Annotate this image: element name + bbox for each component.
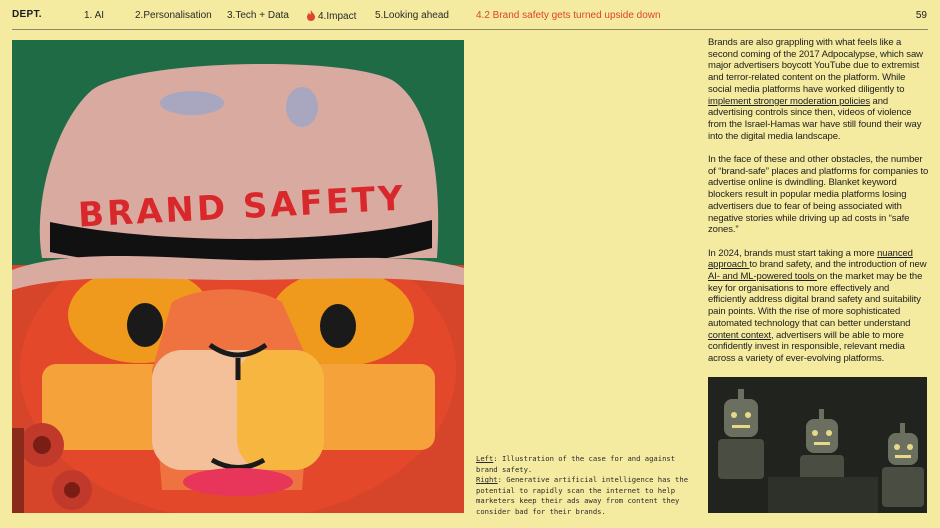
paragraph-2: In the face of these and other obstacles… — [708, 154, 929, 236]
robots-image — [708, 377, 927, 513]
caption-left-label: Left — [476, 454, 494, 463]
page-number: 59 — [915, 10, 927, 21]
caption-right-text: : Generative artificial intelligence has… — [476, 475, 689, 516]
brand-logo[interactable]: DEPT. — [12, 9, 42, 20]
link-content-context[interactable]: content context — [708, 330, 771, 341]
nav-item-impact[interactable]: 4.Impact — [306, 10, 356, 22]
nav-item-personalisation[interactable]: 2.Personalisation — [135, 10, 212, 21]
nav-item-looking-ahead[interactable]: 5.Looking ahead — [375, 10, 449, 21]
figure-caption: Left: Illustration of the case for and a… — [476, 454, 691, 518]
header-divider — [12, 29, 928, 30]
article-body: Brands are also grappling with what feel… — [708, 37, 930, 376]
caption-left-text: : Illustration of the case for and again… — [476, 454, 676, 474]
nav-item-impact-label: 4.Impact — [318, 11, 357, 22]
tongue — [183, 468, 293, 496]
paragraph-3: In 2024, brands must start taking a more… — [708, 247, 927, 364]
caption-right-label: Right — [476, 475, 498, 485]
top-nav: DEPT. 1. AI 2.Personalisation 3.Tech + D… — [0, 0, 940, 30]
nav-item-ai[interactable]: 1. AI — [84, 10, 104, 21]
decoration-bar — [12, 428, 24, 513]
left-pupil — [127, 303, 163, 347]
current-section-title: 4.2 Brand safety gets turned upside down — [476, 10, 661, 21]
link-moderation-policies[interactable]: implement stronger moderation policies — [708, 96, 870, 107]
paragraph-1: Brands are also grappling with what feel… — [708, 37, 923, 142]
desk — [768, 477, 878, 513]
snout-right — [237, 350, 324, 470]
brand-safety-illustration: BRAND SAFETY — [12, 40, 464, 513]
hat-vent — [286, 87, 318, 127]
link-ai-ml-tools[interactable]: AI- and ML-powered tools — [708, 271, 817, 282]
hat-vent — [160, 91, 224, 115]
right-pupil — [320, 304, 356, 348]
nav-item-tech-data[interactable]: 3.Tech + Data — [227, 10, 289, 21]
flame-icon — [307, 10, 315, 21]
